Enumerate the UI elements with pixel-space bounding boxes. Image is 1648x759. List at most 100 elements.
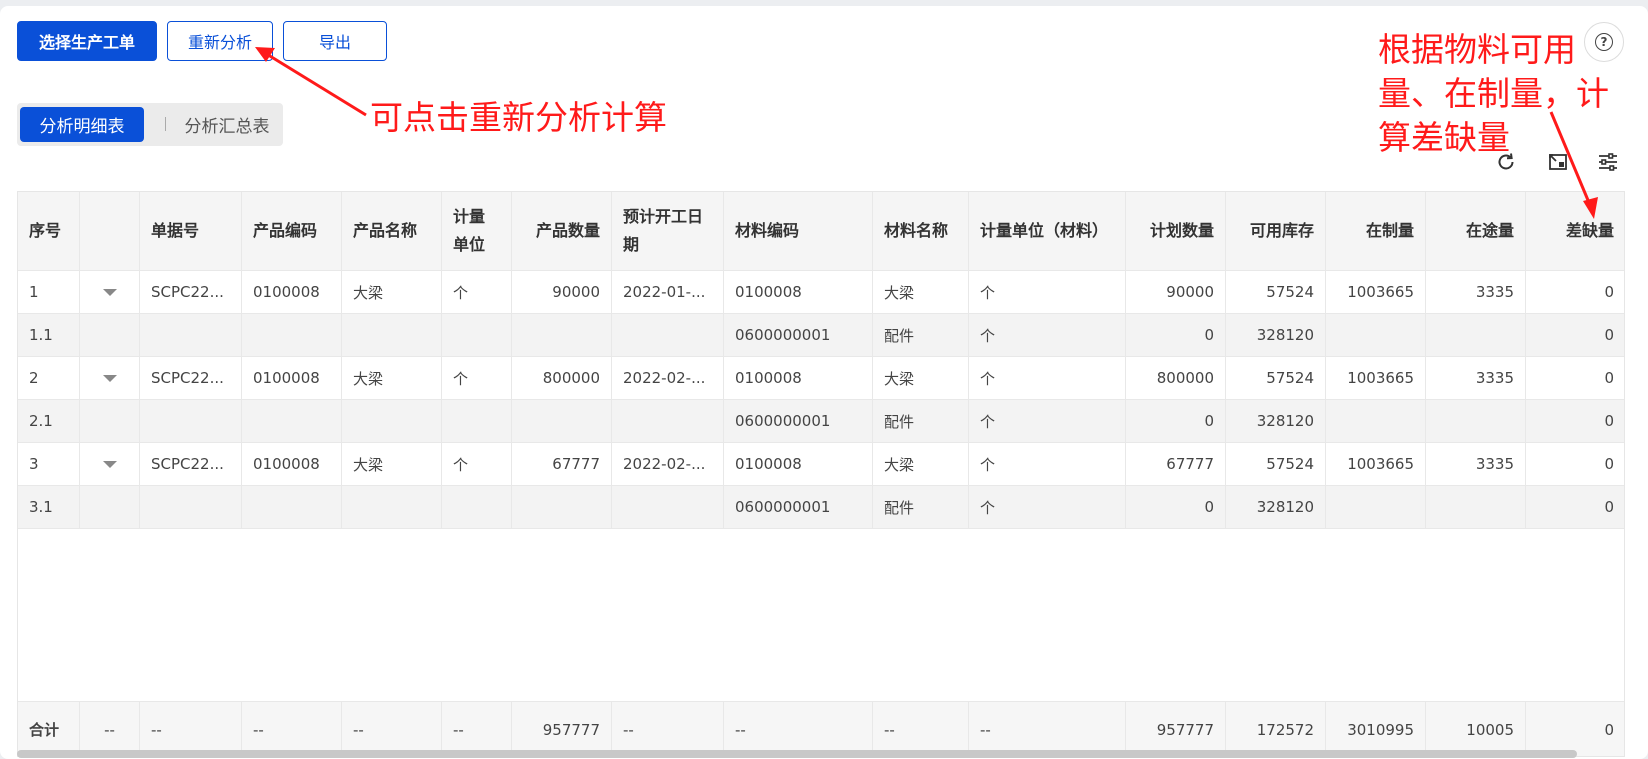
cell-material-unit: 个 <box>969 486 1126 528</box>
cell-wip-qty: 1003665 <box>1326 357 1426 399</box>
caret-down-icon[interactable] <box>102 288 117 296</box>
total-product-code-text: -- <box>253 720 264 739</box>
header-shortage-qty-text: 差缺量 <box>1565 221 1614 240</box>
cell-in-transit-qty-text: 3335 <box>1475 283 1514 301</box>
total-unit: -- <box>442 702 512 756</box>
cell-material-name: 配件 <box>873 486 969 528</box>
total-in-transit-qty-text: 10005 <box>1466 720 1514 739</box>
cell-available-stock: 57524 <box>1226 443 1326 485</box>
total-material-name-text: -- <box>884 720 895 739</box>
cell-in-transit-qty: 3335 <box>1426 357 1526 399</box>
header-product-name: 产品名称 <box>342 192 442 270</box>
table-row[interactable]: 2 SCPC22... 0100008 大梁个 800000 2022-02-... 010… <box>18 357 1624 400</box>
cell-plan-qty: 800000 <box>1126 357 1226 399</box>
reanalyze-annotation: 可点击重新分析计算 <box>370 98 667 137</box>
cell-product-name-text: 大梁 <box>353 455 384 474</box>
table-row[interactable]: 1.1 0600000001 配件 个 0 328120 0 <box>18 314 1624 357</box>
cell-wip-qty-text: 1003665 <box>1347 455 1414 473</box>
cell-available-stock: 328120 <box>1226 400 1326 442</box>
header-material-name-text: 材料名称 <box>884 221 949 240</box>
cell-material-unit: 个 <box>969 314 1126 356</box>
cell-available-stock-text: 57524 <box>1266 283 1314 301</box>
tab-analysis-detail[interactable]: 分析明细表 <box>20 107 144 142</box>
cell-material-name-text: 大梁 <box>884 455 915 474</box>
cell-seq: 2.1 <box>18 400 80 442</box>
cell-product-qty <box>512 314 612 356</box>
cell-available-stock: 57524 <box>1226 271 1326 313</box>
cell-unit <box>442 314 512 356</box>
cell-material-unit-text: 个 <box>980 498 996 517</box>
total-seq: 合计 <box>18 702 80 756</box>
header-doc-no-text: 单据号 <box>151 221 200 240</box>
cell-product-name-text: 大梁 <box>353 283 384 302</box>
total-doc-no-text: -- <box>151 720 162 739</box>
cell-material-code-text: 0100008 <box>735 283 802 301</box>
reanalyze-button[interactable]: 重新分析 <box>167 21 273 61</box>
select-order-button[interactable]: 选择生产工单 <box>17 21 157 61</box>
cell-wip-qty-text: 1003665 <box>1347 283 1414 301</box>
total-wip-qty: 3010995 <box>1326 702 1426 756</box>
cell-material-name: 大梁 <box>873 271 969 313</box>
cell-expand <box>80 443 140 485</box>
cell-shortage-qty-text: 0 <box>1604 369 1614 387</box>
horizontal-scrollbar[interactable] <box>17 750 1577 758</box>
cell-start-date <box>612 314 724 356</box>
total-product-code: -- <box>242 702 342 756</box>
cell-plan-qty-text: 800000 <box>1156 369 1214 387</box>
header-material-code: 材料编码 <box>724 192 873 270</box>
cell-material-unit: 个 <box>969 271 1126 313</box>
cell-material-code-text: 0600000001 <box>735 326 831 344</box>
total-doc-no: -- <box>140 702 242 756</box>
cell-plan-qty-text: 67777 <box>1166 455 1214 473</box>
cell-product-name: 大梁 <box>342 357 442 399</box>
cell-product-code-text: 0100008 <box>253 369 320 387</box>
table-row[interactable]: 2.1 0600000001 配件 个 0 328120 0 <box>18 400 1624 443</box>
table-row[interactable]: 3 SCPC22... 0100008 大梁个 67777 2022-02-... 0100… <box>18 443 1624 486</box>
cell-unit: 个 <box>442 357 512 399</box>
total-material-code-text: -- <box>735 720 746 739</box>
cell-seq-text: 3.1 <box>29 498 53 516</box>
cell-wip-qty <box>1326 400 1426 442</box>
cell-product-name <box>342 314 442 356</box>
header-in-transit-qty: 在途量 <box>1426 192 1526 270</box>
cell-material-code-text: 0100008 <box>735 455 802 473</box>
header-doc-no: 单据号 <box>140 192 242 270</box>
cell-material-name-text: 大梁 <box>884 369 915 388</box>
cell-product-code-text: 0100008 <box>253 283 320 301</box>
cell-shortage-qty: 0 <box>1526 400 1624 442</box>
cell-product-qty-text: 800000 <box>542 369 600 387</box>
header-seq: 序号 <box>18 192 80 270</box>
cell-plan-qty-text: 0 <box>1204 412 1214 430</box>
total-seq-text: 合计 <box>29 721 60 739</box>
cell-in-transit-qty-text: 3335 <box>1475 455 1514 473</box>
cell-material-code: 0600000001 <box>724 314 873 356</box>
cell-plan-qty: 0 <box>1126 400 1226 442</box>
cell-product-qty-text: 90000 <box>552 283 600 301</box>
caret-down-icon[interactable] <box>102 460 117 468</box>
table-row[interactable]: 1 SCPC22... 0100008 大梁个 90000 2022-01-... 0100… <box>18 271 1624 314</box>
cell-wip-qty: 1003665 <box>1326 271 1426 313</box>
header-available-stock: 可用库存 <box>1226 192 1326 270</box>
total-material-name: -- <box>873 702 969 756</box>
cell-start-date: 2022-02-... <box>612 357 724 399</box>
tab-analysis-summary[interactable]: 分析汇总表 <box>171 107 283 142</box>
cell-in-transit-qty: 3335 <box>1426 271 1526 313</box>
cell-unit-text: 个 <box>453 283 469 302</box>
cell-material-code: 0600000001 <box>724 486 873 528</box>
header-start-date-text: 预计开工日期 <box>623 207 704 254</box>
header-wip-qty-text: 在制量 <box>1365 221 1414 240</box>
cell-material-code: 0100008 <box>724 271 873 313</box>
total-in-transit-qty: 10005 <box>1426 702 1526 756</box>
total-expand: -- <box>80 702 140 756</box>
export-button[interactable]: 导出 <box>283 21 387 61</box>
cell-shortage-qty-text: 0 <box>1604 455 1614 473</box>
cell-material-code-text: 0600000001 <box>735 498 831 516</box>
cell-product-name: 大梁 <box>342 443 442 485</box>
cell-material-unit: 个 <box>969 400 1126 442</box>
total-start-date: -- <box>612 702 724 756</box>
cell-product-qty: 90000 <box>512 271 612 313</box>
header-seq-text: 序号 <box>29 221 62 240</box>
table-row[interactable]: 3.1 0600000001 配件 个 0 328120 0 <box>18 486 1624 529</box>
caret-down-icon[interactable] <box>102 374 117 382</box>
cell-material-name-text: 配件 <box>884 498 915 517</box>
